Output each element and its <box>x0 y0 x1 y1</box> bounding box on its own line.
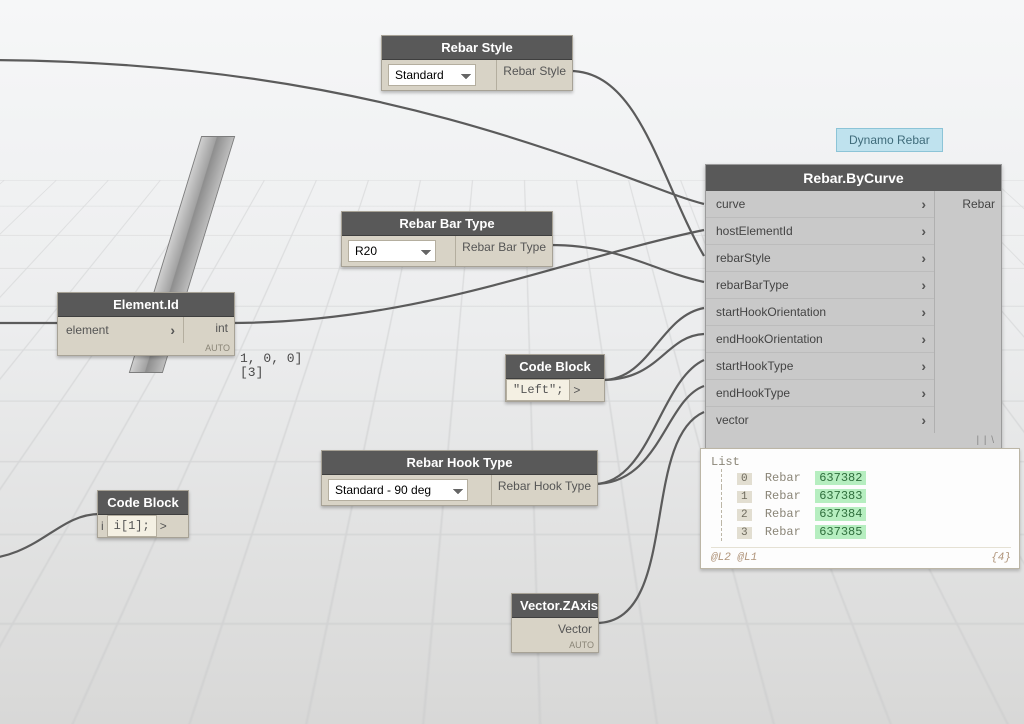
input-port-hostelementid[interactable]: hostElementId› <box>706 218 934 245</box>
item-count: {4} <box>991 552 1011 564</box>
list-item[interactable]: 1 Rebar 637383 <box>711 487 1011 505</box>
input-port-rebarbartype[interactable]: rebarBarType› <box>706 272 934 299</box>
node-title: Rebar.ByCurve <box>706 165 1001 191</box>
node-title: Rebar Bar Type <box>342 212 552 236</box>
input-port-curve[interactable]: curve› <box>706 191 934 218</box>
node-rebar-hook-type[interactable]: Rebar Hook Type Standard - 90 deg Rebar … <box>321 450 598 506</box>
output-port-label[interactable]: > <box>570 379 583 401</box>
node-title: Code Block <box>98 491 188 515</box>
chevron-right-icon: › <box>913 223 926 239</box>
node-code-block-left[interactable]: Code Block "Left"; > <box>505 354 605 402</box>
input-port-rebarstyle[interactable]: rebarStyle› <box>706 245 934 272</box>
output-port-label[interactable]: Rebar Bar Type <box>455 236 552 266</box>
input-port-list: curve› hostElementId› rebarStyle› rebarB… <box>706 191 935 433</box>
input-port-starthookorientation[interactable]: startHookOrientation› <box>706 299 934 326</box>
dropdown-rebar-hook-type[interactable]: Standard - 90 deg <box>328 479 468 501</box>
chevron-right-icon: › <box>162 322 175 338</box>
chevron-right-icon: › <box>913 385 926 401</box>
list-item[interactable]: 0 Rebar 637382 <box>711 469 1011 487</box>
package-chip-dynamo-rebar[interactable]: Dynamo Rebar <box>836 128 943 152</box>
node-title: Rebar Hook Type <box>322 451 597 475</box>
list-item[interactable]: 3 Rebar 637385 <box>711 523 1011 541</box>
preview-header: List <box>711 455 1011 469</box>
input-port-label[interactable]: i <box>98 515 107 537</box>
output-port-rebar[interactable]: Rebar <box>935 191 1001 433</box>
chevron-right-icon: › <box>913 331 926 347</box>
chevron-right-icon: › <box>913 304 926 320</box>
node-vector-zaxis[interactable]: Vector.ZAxis Vector AUTO <box>511 593 599 653</box>
lacing-auto-label: AUTO <box>512 640 598 652</box>
node-title: Element.Id <box>58 293 234 317</box>
dropdown-rebar-bar-type[interactable]: R20 <box>348 240 436 262</box>
node-code-block-index[interactable]: Code Block i i[1]; > <box>97 490 189 538</box>
node-rebar-bar-type[interactable]: Rebar Bar Type R20 Rebar Bar Type <box>341 211 553 267</box>
input-port-endhooktype[interactable]: endHookType› <box>706 380 934 407</box>
chevron-right-icon: › <box>913 412 926 428</box>
code-editor[interactable]: "Left"; <box>506 379 570 401</box>
dropdown-rebar-style[interactable]: Standard <box>388 64 476 86</box>
node-title: Code Block <box>506 355 604 379</box>
output-preview-panel[interactable]: List 0 Rebar 637382 1 Rebar 637383 2 Reb… <box>700 448 1020 569</box>
node-rebar-by-curve[interactable]: Rebar.ByCurve curve› hostElementId› reba… <box>705 164 1002 451</box>
code-editor[interactable]: i[1]; <box>107 515 157 537</box>
input-port-starthooktype[interactable]: startHookType› <box>706 353 934 380</box>
levels-indicator[interactable]: @L2 @L1 <box>711 552 757 564</box>
input-port-vector[interactable]: vector› <box>706 407 934 433</box>
node-rebar-style[interactable]: Rebar Style Standard Rebar Style <box>381 35 573 91</box>
node-title: Rebar Style <box>382 36 572 60</box>
output-port-label[interactable]: > <box>157 515 170 537</box>
input-port-endhookorientation[interactable]: endHookOrientation› <box>706 326 934 353</box>
list-item[interactable]: 2 Rebar 637384 <box>711 505 1011 523</box>
chevron-right-icon: › <box>913 250 926 266</box>
output-port-label[interactable]: int <box>183 317 234 343</box>
output-port-label[interactable]: Rebar Hook Type <box>491 475 597 505</box>
node-element-id[interactable]: Element.Id element › int AUTO <box>57 292 235 356</box>
input-port-label[interactable]: element <box>66 323 109 337</box>
node-title: Vector.ZAxis <box>512 594 598 618</box>
chevron-right-icon: › <box>913 277 926 293</box>
chevron-right-icon: › <box>913 196 926 212</box>
output-port-label[interactable]: Vector <box>512 618 598 640</box>
lacing-auto-label: AUTO <box>58 343 234 355</box>
output-port-label[interactable]: Rebar Style <box>496 60 572 90</box>
chevron-right-icon: › <box>913 358 926 374</box>
